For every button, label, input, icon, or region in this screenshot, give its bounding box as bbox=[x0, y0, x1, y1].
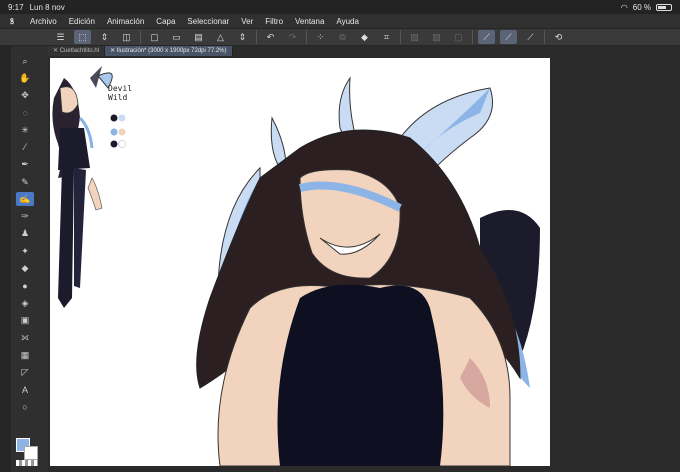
pencil-icon[interactable]: ✎ bbox=[16, 175, 34, 189]
separator bbox=[306, 30, 307, 44]
sub-color-swatch[interactable] bbox=[24, 446, 38, 460]
fill-icon[interactable]: ⧉ bbox=[334, 30, 351, 44]
menu-bar: ꝸ Archivo Edición Animación Capa Selecci… bbox=[0, 14, 680, 28]
app-logo-icon[interactable]: ꝸ bbox=[0, 16, 24, 27]
separator bbox=[472, 30, 473, 44]
bucket-icon[interactable]: ◆ bbox=[356, 30, 373, 44]
ruler-icon[interactable]: ◸ bbox=[16, 365, 34, 379]
export-icon[interactable]: △ bbox=[212, 30, 229, 44]
lasso-icon[interactable]: ◌ bbox=[16, 106, 34, 120]
line-ruler-icon[interactable]: ⟋ bbox=[522, 30, 539, 44]
reference-figure bbox=[52, 66, 126, 308]
blend-icon[interactable]: ● bbox=[16, 279, 34, 293]
separator bbox=[544, 30, 545, 44]
menu-capa[interactable]: Capa bbox=[150, 17, 181, 26]
ruler-icon[interactable]: ⟋ bbox=[478, 30, 495, 44]
menu-filtro[interactable]: Filtro bbox=[259, 17, 289, 26]
airbrush-icon[interactable]: ✑ bbox=[16, 210, 34, 224]
separator bbox=[140, 30, 141, 44]
pen-icon[interactable]: ✒ bbox=[16, 158, 34, 172]
tool-panel: ⌕ ✋ ✥ ◌ ✳ ⁄ ✒ ✎ ✍ ✑ ♟ ✦ ◆ ● ◈ ▣ ⟗ ▦ ◸ A … bbox=[0, 46, 48, 472]
tab-label: Cuetlachtlito.hl bbox=[59, 48, 100, 54]
tool-list: ⌕ ✋ ✥ ◌ ✳ ⁄ ✒ ✎ ✍ ✑ ♟ ✦ ◆ ● ◈ ▣ ⟗ ▦ ◸ A … bbox=[16, 54, 38, 417]
move-icon[interactable]: ✥ bbox=[16, 89, 34, 103]
frame-icon[interactable]: ▦ bbox=[16, 348, 34, 362]
document-tabs: ✕ Cuetlachtlito.hl ✕ Ilustración* (3000 … bbox=[48, 46, 680, 56]
hand-icon[interactable]: ✋ bbox=[16, 71, 34, 85]
tab-label: Ilustración* (3000 x 1900px 72dpi 77.2%) bbox=[116, 48, 227, 54]
separator bbox=[400, 30, 401, 44]
lasso-icon[interactable]: ⁘ bbox=[312, 30, 329, 44]
eyedropper-icon[interactable]: ⁄ bbox=[16, 140, 34, 154]
menu-archivo[interactable]: Archivo bbox=[24, 17, 63, 26]
eraser-icon[interactable]: ◆ bbox=[16, 262, 34, 276]
sparkle-icon[interactable]: ✦ bbox=[16, 244, 34, 258]
main-illustration bbox=[196, 76, 540, 466]
note-line-devil: Devil bbox=[108, 84, 133, 93]
wifi-icon: ◠ bbox=[620, 2, 628, 12]
mini-panel bbox=[0, 46, 11, 472]
transform-icon[interactable]: ⬚ bbox=[74, 30, 91, 44]
note-line-wild: Wild bbox=[108, 93, 128, 102]
color-swatches bbox=[16, 438, 40, 462]
decorate-icon[interactable]: ♟ bbox=[16, 227, 34, 241]
export-stepper-icon[interactable]: ⇕ bbox=[234, 30, 251, 44]
magic-wand-icon[interactable]: ✳ bbox=[16, 123, 34, 137]
snap-icon[interactable]: ⟲ bbox=[550, 30, 567, 44]
canvas-area[interactable]: Devil Wild bbox=[48, 56, 680, 472]
menu-edicion[interactable]: Edición bbox=[63, 17, 101, 26]
pen-ruler-icon[interactable]: ⟋ bbox=[500, 30, 517, 44]
crop-icon[interactable]: ⌗ bbox=[378, 30, 395, 44]
status-bar: 9:17 Lun 8 nov ◠ 60 % bbox=[0, 0, 680, 14]
tab-ilustracion[interactable]: ✕ Ilustración* (3000 x 1900px 72dpi 77.2… bbox=[105, 46, 233, 56]
deselect-icon[interactable]: ▢ bbox=[450, 30, 467, 44]
clear-icon[interactable]: ▨ bbox=[406, 30, 423, 44]
menu-ver[interactable]: Ver bbox=[235, 17, 259, 26]
gradient-icon[interactable]: ▣ bbox=[16, 313, 34, 327]
layer-icon[interactable]: ◫ bbox=[118, 30, 135, 44]
separator bbox=[256, 30, 257, 44]
transparent-color-swatch[interactable] bbox=[16, 460, 38, 466]
menu-seleccionar[interactable]: Seleccionar bbox=[181, 17, 235, 26]
menu-animacion[interactable]: Animación bbox=[101, 17, 150, 26]
battery-icon bbox=[656, 3, 672, 11]
new-canvas-icon[interactable]: ▢ bbox=[146, 30, 163, 44]
balloon-icon[interactable]: ○ bbox=[16, 400, 34, 414]
undo-icon[interactable]: ↶ bbox=[262, 30, 279, 44]
command-bar: ☰ ⬚ ⇕ ◫ ▢ ▭ ▤ △ ⇕ ↶ ↷ ⁘ ⧉ ◆ ⌗ ▨ ▧ ▢ ⟋ ⟋ … bbox=[0, 28, 680, 46]
zoom-icon[interactable]: ⌕ bbox=[16, 54, 34, 68]
date: Lun 8 nov bbox=[29, 2, 65, 12]
menu-ventana[interactable]: Ventana bbox=[289, 17, 330, 26]
invert-icon[interactable]: ▧ bbox=[428, 30, 445, 44]
clock: 9:17 bbox=[8, 2, 24, 12]
artwork bbox=[52, 66, 540, 466]
figure-icon[interactable]: ⟗ bbox=[16, 331, 34, 345]
menu-icon[interactable]: ☰ bbox=[52, 30, 69, 44]
text-icon[interactable]: A bbox=[16, 383, 34, 397]
fill-icon[interactable]: ◈ bbox=[16, 296, 34, 310]
stepper-icon[interactable]: ⇕ bbox=[96, 30, 113, 44]
menu-ayuda[interactable]: Ayuda bbox=[330, 17, 365, 26]
drawing-canvas[interactable]: Devil Wild bbox=[50, 58, 550, 466]
open-icon[interactable]: ▭ bbox=[168, 30, 185, 44]
battery-percent: 60 % bbox=[632, 2, 651, 12]
redo-icon[interactable]: ↷ bbox=[284, 30, 301, 44]
brush-icon[interactable]: ✍ bbox=[16, 192, 34, 207]
save-icon[interactable]: ▤ bbox=[190, 30, 207, 44]
canvas-note: Devil Wild bbox=[108, 84, 132, 102]
tab-cuetlachtlito[interactable]: ✕ Cuetlachtlito.hl bbox=[48, 46, 106, 56]
